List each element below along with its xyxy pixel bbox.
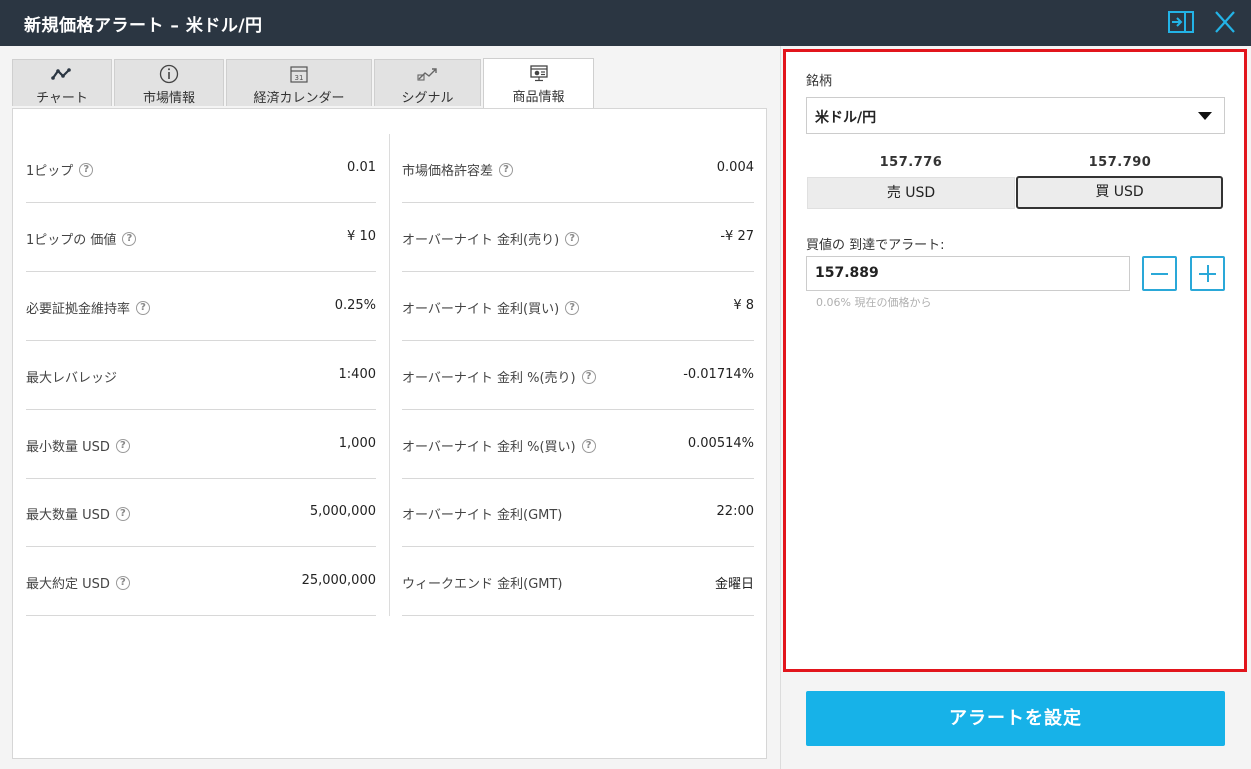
info-row: ウィークエンド 金利(GMT) 金曜日 [402,547,754,616]
increment-button[interactable] [1190,256,1225,291]
info-row: 最小数量 USD? 1,000 [26,410,376,479]
info-row: オーバーナイト 金利 %(買い)? 0.00514% [402,410,754,479]
help-icon[interactable]: ? [499,162,514,177]
signal-icon [375,64,480,84]
info-row: 1ピップ? 0.01 [26,134,376,203]
row-label: 必要証拠金維持率 [26,302,131,317]
close-icon[interactable] [1212,10,1238,34]
tab-economic-calendar[interactable]: 31 経済カレンダー [226,59,372,106]
row-label: オーバーナイト 金利(GMT) [402,508,563,523]
row-label: 市場価格許容差 [402,164,494,179]
row-value: 5,000,000 [309,504,376,519]
tab-label: 経済カレンダー [253,91,345,106]
sell-button[interactable]: 売 USD [807,177,1015,209]
sell-price: 157.776 [879,155,943,170]
tab-label: 市場情報 [142,91,195,106]
help-icon[interactable]: ? [79,162,94,177]
calendar-icon: 31 [227,64,371,84]
help-icon[interactable]: ? [122,231,137,246]
tab-label: チャート [36,91,88,106]
row-label: ウィークエンド 金利(GMT) [402,577,563,592]
info-row: 最大数量 USD? 5,000,000 [26,478,376,547]
help-icon[interactable]: ? [565,300,580,315]
help-icon[interactable]: ? [581,369,596,384]
line-chart-icon [13,64,111,84]
tab-label: 商品情報 [512,90,565,105]
product-info-icon [484,63,593,83]
tab-product-info[interactable]: 商品情報 [483,58,594,108]
row-value: 金曜日 [714,577,754,592]
title-bar: 新規価格アラート – 米ドル/円 [0,0,1251,46]
row-value: 22:00 [716,504,754,519]
dock-panel-icon[interactable] [1168,10,1194,34]
window-title: 新規価格アラート – 米ドル/円 [24,16,263,36]
row-value: ¥ 8 [733,298,754,313]
help-icon[interactable]: ? [136,300,151,315]
row-label: 1ピップ [26,164,74,179]
row-label: 最大レバレッジ [26,371,118,386]
buy-price: 157.790 [1088,155,1152,170]
alert-rate-input[interactable]: 157.889 [806,256,1130,291]
chevron-down-icon [1198,112,1212,120]
set-alert-button[interactable]: アラートを設定 [806,691,1225,746]
row-value: -0.01714% [683,367,754,382]
help-icon[interactable]: ? [565,231,580,246]
symbol-select-value: 米ドル/円 [815,110,877,126]
help-icon[interactable]: ? [115,438,130,453]
row-value: 1,000 [338,436,376,451]
info-row: オーバーナイト 金利(買い)? ¥ 8 [402,272,754,341]
info-row: 最大レバレッジ 1:400 [26,341,376,410]
symbol-select[interactable]: 米ドル/円 [806,97,1225,134]
row-label: 最小数量 USD [26,440,110,455]
info-row: オーバーナイト 金利(売り)? -¥ 27 [402,203,754,272]
calendar-icon-text: 31 [295,74,304,82]
row-value: 25,000,000 [301,573,376,588]
row-label: オーバーナイト 金利(買い) [402,302,560,317]
row-value: 0.25% [334,298,376,313]
row-label: 1ピップの 価値 [26,233,117,248]
tab-label: シグナル [401,91,454,106]
tab-signal[interactable]: シグナル [374,59,481,106]
info-row: 最大約定 USD? 25,000,000 [26,547,376,616]
row-value: -¥ 27 [720,229,754,244]
tab-market-info[interactable]: 市場情報 [114,59,224,106]
info-icon [115,64,223,84]
plus-icon-vertical [1207,265,1209,282]
info-row: 市場価格許容差? 0.004 [402,134,754,203]
help-icon[interactable]: ? [115,575,130,590]
help-icon[interactable]: ? [581,438,596,453]
row-value: 1:400 [338,367,376,382]
alert-form-highlight [783,49,1247,672]
symbol-label: 銘柄 [806,74,833,89]
info-row: 必要証拠金維持率? 0.25% [26,272,376,341]
column-divider [389,134,390,616]
row-label: オーバーナイト 金利 %(売り) [402,371,576,386]
info-row: 1ピップの 価値? ¥ 10 [26,203,376,272]
row-value: 0.00514% [687,436,754,451]
decrement-button[interactable] [1142,256,1177,291]
row-label: オーバーナイト 金利 %(買い) [402,440,576,455]
alert-rate-label: 買値の 到達でアラート: [806,238,945,253]
info-row: オーバーナイト 金利 %(売り)? -0.01714% [402,341,754,410]
row-value: 0.004 [716,160,754,175]
row-label: 最大約定 USD [26,577,110,592]
row-label: オーバーナイト 金利(売り) [402,233,560,248]
rate-hint: 0.06% 現在の価格から [816,296,932,309]
row-value: 0.01 [347,160,376,175]
row-value: ¥ 10 [347,229,376,244]
row-label: 最大数量 USD [26,508,110,523]
info-row: オーバーナイト 金利(GMT) 22:00 [402,478,754,547]
tab-chart[interactable]: チャート [12,59,112,106]
minus-icon [1151,273,1168,275]
help-icon[interactable]: ? [115,506,130,521]
buy-button[interactable]: 買 USD [1016,176,1223,209]
